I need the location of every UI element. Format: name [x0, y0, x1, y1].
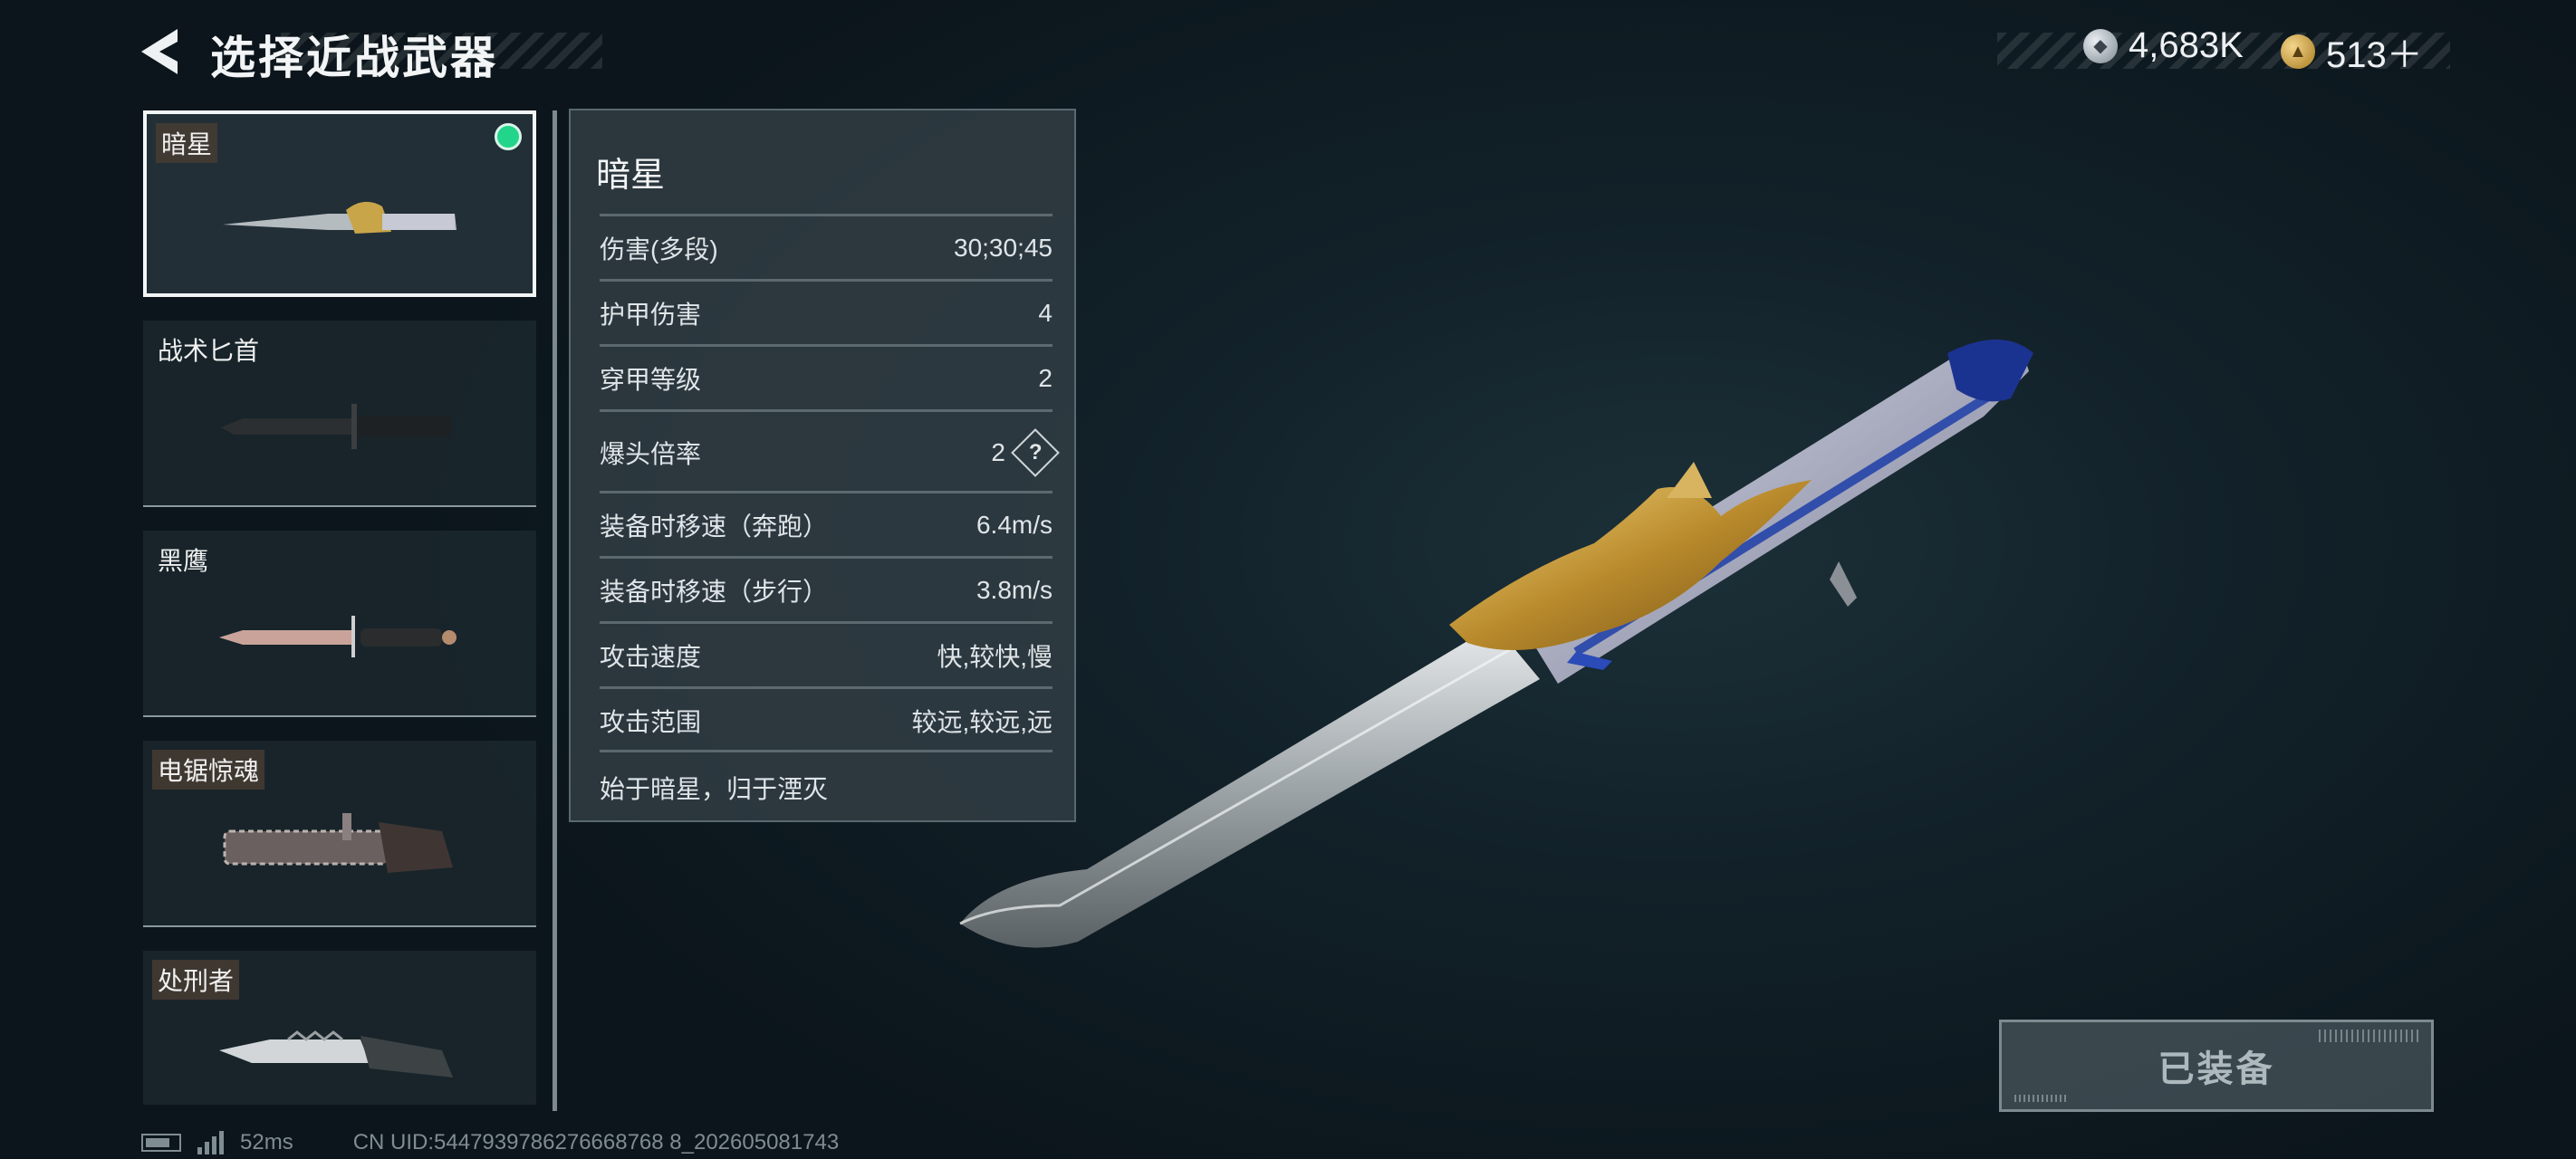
weapon-card-chainsaw[interactable]: 电锯惊魂	[143, 741, 536, 927]
button-decor	[2319, 1030, 2418, 1042]
signal-icon	[197, 1131, 224, 1154]
stat-label: 装备时移速（步行）	[600, 578, 829, 606]
weapon-card-executioner[interactable]: 处刑者	[143, 951, 536, 1105]
weapon-details-panel: 暗星 伤害(多段) 30;30;45 护甲伤害 4 穿甲等级 2 爆头倍率 2 …	[569, 109, 1076, 822]
stat-row: 伤害(多段) 30;30;45	[600, 214, 1053, 280]
stat-row: 爆头倍率 2 ?	[600, 409, 1060, 493]
weapon-card-label: 黑鹰	[158, 547, 209, 575]
stat-row: 攻击范围 较远,较远,远	[600, 686, 1053, 752]
stat-label: 攻击范围	[600, 708, 702, 736]
weapon-card-label: 战术匕首	[158, 337, 260, 365]
weapon-motto: 始于暗星，归于湮灭	[600, 775, 829, 803]
stat-row: 护甲伤害 4	[600, 279, 1053, 345]
weapon-card-anxing[interactable]: 暗星	[143, 110, 536, 297]
weapon-card-black-hawk[interactable]: 黑鹰	[143, 531, 536, 717]
card-underline	[143, 925, 536, 927]
currency-gold[interactable]: ▲ 513＋	[2281, 25, 2423, 78]
page-title: 选择近战武器	[210, 33, 498, 83]
stat-value: 2	[991, 438, 1005, 466]
knife-thumbnail-icon	[223, 201, 457, 234]
equipped-button[interactable]: 已装备	[1999, 1020, 2434, 1112]
stat-value: 6.4m/s	[976, 511, 1053, 539]
weapon-card-label: 电锯惊魂	[152, 750, 265, 790]
knife-thumbnail-icon	[219, 1030, 453, 1078]
back-arrow-icon[interactable]	[136, 25, 192, 78]
help-question-icon[interactable]: ?	[1011, 428, 1060, 477]
equipped-button-label: 已装备	[2158, 1049, 2275, 1089]
list-scrollbar[interactable]	[553, 110, 557, 1111]
battery-icon	[141, 1134, 181, 1152]
ping-value: 52ms	[240, 1130, 293, 1154]
weapon-details-name: 暗星	[596, 157, 666, 195]
stat-value: 30;30;45	[954, 234, 1053, 262]
stat-divider	[600, 750, 1053, 755]
stat-label: 攻击速度	[600, 643, 702, 671]
stat-row: 攻击速度 快,较快,慢	[600, 621, 1053, 687]
weapon-preview-knife[interactable]	[942, 326, 2101, 978]
stat-label: 护甲伤害	[600, 301, 702, 329]
currency-silver[interactable]: ◆ 4,683K	[2083, 25, 2244, 66]
weapon-card-label: 暗星	[156, 123, 218, 163]
knife-thumbnail-icon	[221, 404, 451, 449]
weapon-card-label: 处刑者	[152, 960, 240, 1000]
button-decor	[2014, 1095, 2069, 1102]
stat-label: 伤害(多段)	[600, 235, 718, 263]
card-underline	[143, 715, 536, 717]
stat-label: 装备时移速（奔跑）	[600, 512, 829, 541]
weapon-card-tactical-dagger[interactable]: 战术匕首	[143, 321, 536, 507]
stat-value: 3.8m/s	[976, 576, 1053, 604]
silver-coin-icon: ◆	[2083, 28, 2118, 63]
card-underline	[143, 505, 536, 507]
gold-coin-icon: ▲	[2281, 34, 2315, 69]
chainsaw-thumbnail-icon	[223, 813, 453, 873]
stat-value: 快,较快,慢	[937, 643, 1053, 671]
stat-value: 较远,较远,远	[911, 708, 1053, 736]
weapon-list: 暗星 战术匕首 黑鹰 电锯惊魂 处刑者	[143, 110, 536, 1105]
stat-value: 4	[1038, 299, 1053, 327]
stat-row: 装备时移速（奔跑） 6.4m/s	[600, 491, 1053, 557]
stat-label: 爆头倍率	[600, 440, 702, 468]
silver-coin-amount: 4,683K	[2129, 25, 2244, 65]
stat-row: 装备时移速（步行） 3.8m/s	[600, 556, 1053, 622]
equipped-indicator-icon	[495, 123, 522, 150]
stat-label: 穿甲等级	[600, 366, 702, 394]
stat-value: 2	[1038, 364, 1053, 392]
knife-thumbnail-icon	[219, 616, 457, 657]
user-uid: CN UID:5447939786276668768 8_20260508174…	[352, 1130, 840, 1154]
gold-coin-amount: 513＋	[2326, 35, 2423, 75]
stat-row: 穿甲等级 2	[600, 344, 1053, 410]
status-footer: 52ms CN UID:5447939786276668768 8_202605…	[141, 1130, 839, 1155]
